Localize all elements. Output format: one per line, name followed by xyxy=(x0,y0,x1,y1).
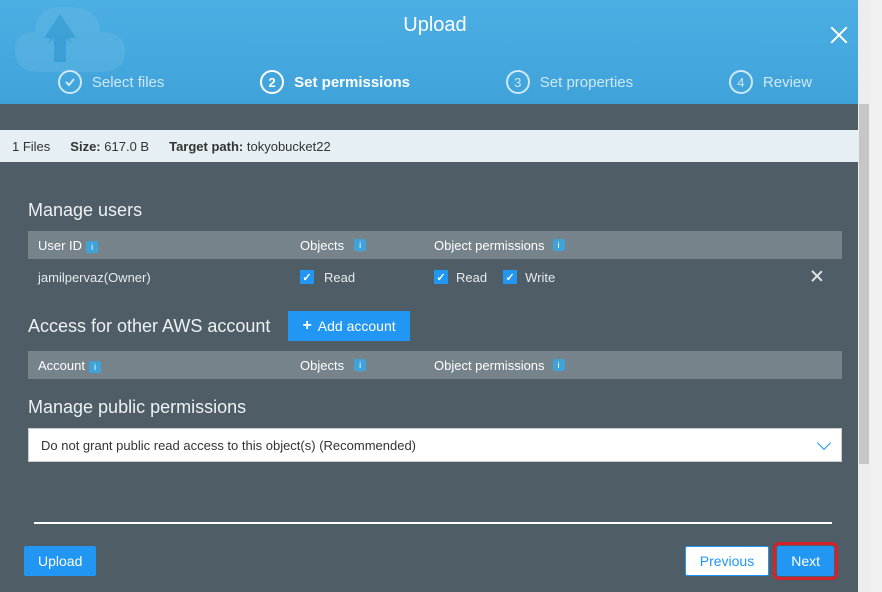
add-account-label: Add account xyxy=(318,318,396,334)
step-number-icon: 2 xyxy=(260,70,284,94)
accounts-table-header: Accounti Objectsi Object permissionsi xyxy=(28,351,842,379)
step-set-permissions[interactable]: 2 Set permissions xyxy=(260,70,410,94)
modal-footer: Upload Previous Next xyxy=(0,546,858,576)
info-icon[interactable]: i xyxy=(86,241,98,253)
step-number-icon: 3 xyxy=(506,70,530,94)
vertical-scrollbar[interactable] xyxy=(858,0,870,592)
step-label: Set permissions xyxy=(294,74,410,91)
perm-write-checkbox[interactable]: ✓ xyxy=(503,270,517,284)
public-permissions-title: Manage public permissions xyxy=(28,397,842,418)
target-path-value: tokyobucket22 xyxy=(247,139,331,154)
perm-write-label: Write xyxy=(525,270,555,285)
user-id-cell: jamilpervaz(Owner) xyxy=(38,270,300,285)
users-table-header: User IDi Objectsi Object permissionsi xyxy=(28,231,842,259)
content-area: Manage users User IDi Objectsi Object pe… xyxy=(0,162,870,462)
col-object-permissions: Object permissionsi xyxy=(434,358,832,373)
wizard-steps: Select files 2 Set permissions 3 Set pro… xyxy=(0,70,870,94)
col-objects: Objectsi xyxy=(300,358,434,373)
close-icon[interactable] xyxy=(826,22,852,48)
objects-read-label: Read xyxy=(324,270,355,285)
info-bar: 1 Files Size: 617.0 B Target path: tokyo… xyxy=(0,130,870,162)
info-icon[interactable]: i xyxy=(354,359,366,371)
upload-button[interactable]: Upload xyxy=(24,546,96,576)
size-value: 617.0 B xyxy=(104,139,149,154)
step-review[interactable]: 4 Review xyxy=(729,70,812,94)
col-account: Accounti xyxy=(38,358,300,373)
col-user-id: User IDi xyxy=(38,238,300,253)
size-label: Size: xyxy=(70,139,100,154)
other-account-title: Access for other AWS account xyxy=(28,316,270,337)
info-icon[interactable]: i xyxy=(553,359,565,371)
chevron-down-icon xyxy=(817,436,831,450)
step-set-properties[interactable]: 3 Set properties xyxy=(506,70,633,94)
col-objects: Objectsi xyxy=(300,238,434,253)
step-number-icon: 4 xyxy=(729,70,753,94)
check-circle-icon xyxy=(58,70,82,94)
manage-users-title: Manage users xyxy=(28,200,842,221)
info-icon[interactable]: i xyxy=(553,239,565,251)
users-table-row: jamilpervaz(Owner) ✓ Read ✓ Read ✓ Write xyxy=(28,259,842,295)
step-label: Set properties xyxy=(540,74,633,91)
files-count: 1 Files xyxy=(12,139,50,154)
step-label: Review xyxy=(763,74,812,91)
step-label: Select files xyxy=(92,74,165,91)
perm-read-label: Read xyxy=(456,270,487,285)
public-permissions-select[interactable]: Do not grant public read access to this … xyxy=(28,428,842,462)
objects-read-checkbox[interactable]: ✓ xyxy=(300,270,314,284)
delete-row-icon[interactable] xyxy=(809,268,825,284)
step-select-files[interactable]: Select files xyxy=(58,70,165,94)
target-path: Target path: tokyobucket22 xyxy=(169,139,331,154)
public-permissions-selected: Do not grant public read access to this … xyxy=(41,438,416,453)
scrollbar-thumb[interactable] xyxy=(859,104,869,464)
next-button[interactable]: Next xyxy=(777,546,834,576)
info-icon[interactable]: i xyxy=(354,239,366,251)
add-account-button[interactable]: + Add account xyxy=(288,311,409,341)
footer-divider xyxy=(34,522,832,524)
col-object-permissions: Object permissionsi xyxy=(434,238,802,253)
size: Size: 617.0 B xyxy=(70,139,149,154)
target-path-label: Target path: xyxy=(169,139,243,154)
plus-icon: + xyxy=(302,317,311,335)
previous-button[interactable]: Previous xyxy=(685,546,769,576)
perm-read-checkbox[interactable]: ✓ xyxy=(434,270,448,284)
modal-header: Upload Select files 2 Set permissions 3 … xyxy=(0,0,870,104)
upload-modal: Upload Select files 2 Set permissions 3 … xyxy=(0,0,870,592)
info-icon[interactable]: i xyxy=(89,361,101,373)
